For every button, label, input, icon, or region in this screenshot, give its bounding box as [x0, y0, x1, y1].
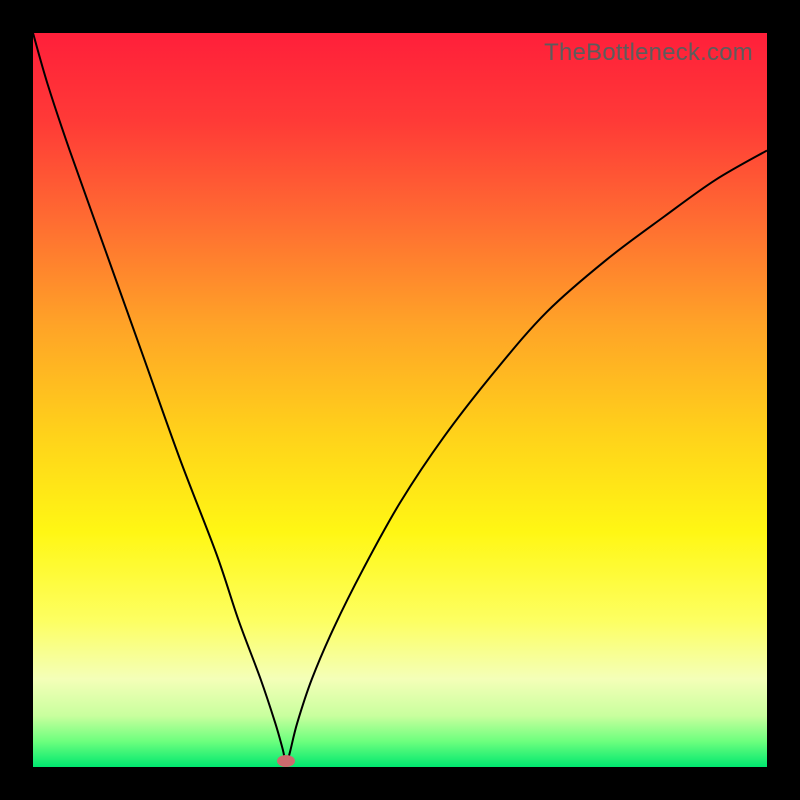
bottleneck-curve [33, 33, 767, 767]
optimal-point-marker [277, 755, 295, 767]
plot-area: TheBottleneck.com [33, 33, 767, 767]
watermark-text: TheBottleneck.com [544, 39, 753, 67]
chart-frame: TheBottleneck.com [0, 0, 800, 800]
